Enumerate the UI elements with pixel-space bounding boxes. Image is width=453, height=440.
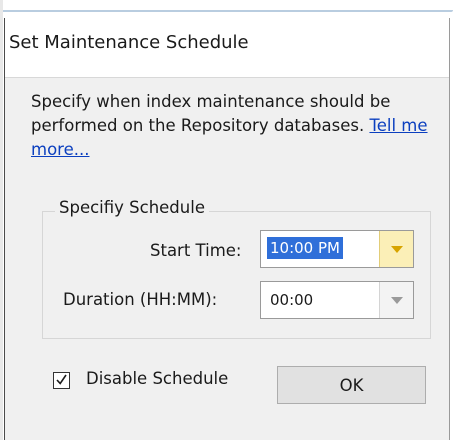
start-time-label: Start Time: — [150, 241, 242, 260]
checkmark-icon — [56, 374, 67, 385]
start-time-value[interactable]: 10:00 PM — [267, 237, 343, 259]
dialog-titlebar[interactable]: Set Maintenance Schedule — [5, 18, 449, 78]
background-window-edge — [0, 0, 453, 12]
description-text: Specify when index maintenance should be… — [31, 92, 391, 135]
duration-value[interactable]: 00:00 — [270, 291, 313, 309]
chevron-down-icon — [390, 245, 403, 253]
duration-label: Duration (HH:MM): — [63, 290, 218, 309]
disable-schedule-checkbox[interactable] — [53, 372, 70, 389]
start-time-dropdown-button[interactable] — [379, 231, 413, 267]
duration-dropdown-button[interactable] — [379, 282, 413, 318]
dialog-title: Set Maintenance Schedule — [9, 32, 249, 53]
chevron-down-icon — [390, 296, 403, 304]
ok-button[interactable]: OK — [277, 366, 426, 404]
duration-combo[interactable]: 00:00 — [260, 281, 414, 319]
screen: Set Maintenance Schedule Specify when in… — [0, 0, 453, 440]
start-time-combo[interactable]: 10:00 PM — [260, 230, 414, 268]
disable-schedule-label[interactable]: Disable Schedule — [86, 369, 228, 388]
dialog-description: Specify when index maintenance should be… — [31, 90, 436, 162]
schedule-group-label: Specifiy Schedule — [55, 198, 209, 217]
background-window-left-edge — [0, 0, 3, 440]
